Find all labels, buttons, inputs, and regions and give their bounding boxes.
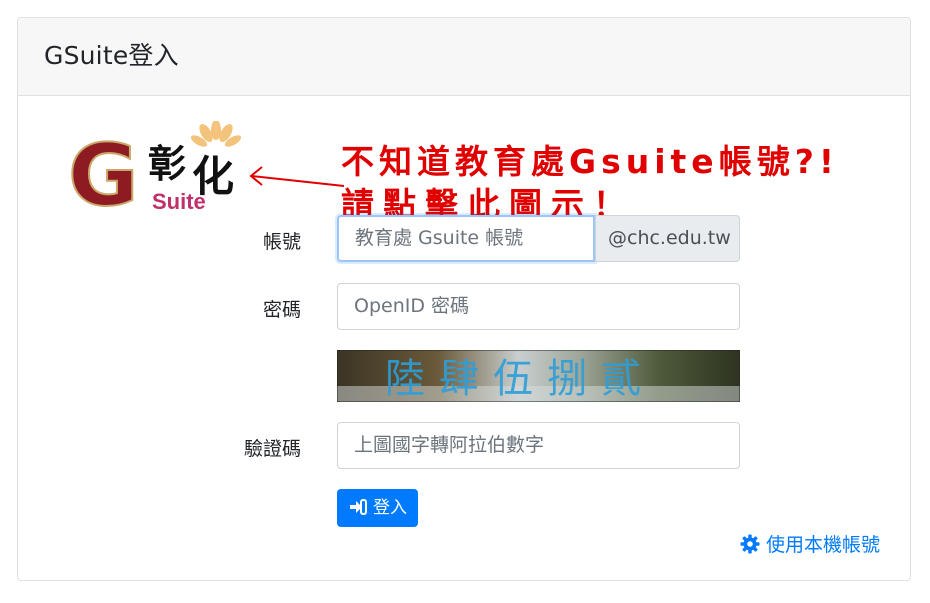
sign-in-icon (350, 499, 367, 515)
card-header: GSuite登入 (18, 18, 910, 96)
page-title: GSuite登入 (44, 41, 179, 70)
logo-g: G (68, 126, 139, 213)
password-label: 密碼 (262, 299, 301, 321)
captcha-text: 陸肆伍捌貳 (385, 356, 655, 402)
arrow-icon (249, 166, 345, 187)
gsuite-logo-icon[interactable]: G 彰 化 Suite (66, 121, 246, 213)
local-account-label: 使用本機帳號 (766, 534, 881, 556)
captcha-label: 驗證碼 (243, 438, 301, 460)
password-input[interactable]: OpenID 密碼 (337, 283, 740, 330)
captcha-input[interactable]: 上圖國字轉阿拉伯數字 (337, 422, 740, 469)
login-button-label: 登入 (373, 498, 407, 518)
login-card: GSuite登入 G 彰 化 Suite 不知道教育處Gsuite帳號?! 請點… (17, 17, 911, 581)
gear-icon (740, 534, 760, 554)
logo-char-1: 彰 (148, 141, 186, 186)
notice-line-1: 不知道教育處Gsuite帳號?! (341, 142, 839, 181)
account-domain-suffix: @chc.edu.tw (595, 215, 740, 262)
login-button[interactable]: 登入 (337, 489, 418, 527)
account-input[interactable]: 教育處 Gsuite 帳號 (337, 215, 595, 262)
local-account-link[interactable]: 使用本機帳號 (740, 530, 880, 557)
logo-suite: Suite (152, 189, 206, 213)
account-label: 帳號 (262, 231, 301, 253)
captcha-image: 陸肆伍捌貳 (337, 350, 740, 402)
